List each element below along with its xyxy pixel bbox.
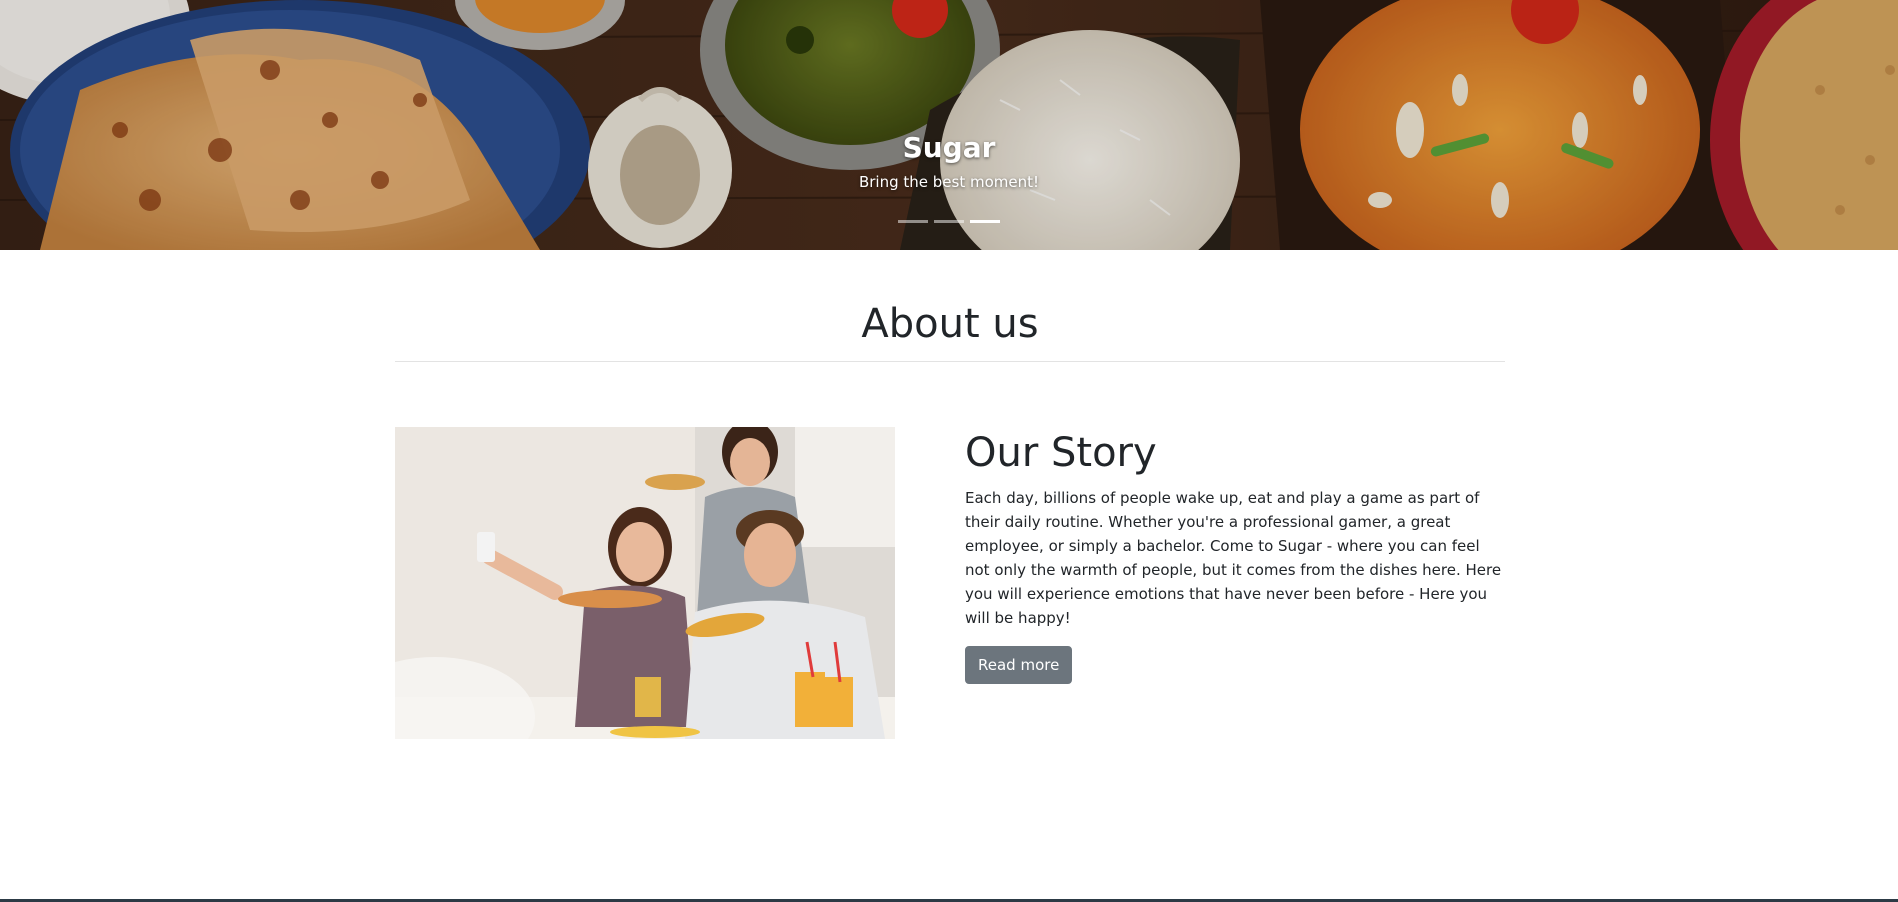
carousel-indicator-1[interactable] [898,220,928,223]
carousel-title: Sugar [902,131,996,164]
carousel-caption: Sugar Bring the best moment! [0,128,1898,192]
carousel-indicators [0,220,1898,223]
carousel-indicator-2[interactable] [934,220,964,223]
hero-carousel[interactable]: Sugar Bring the best moment! [0,0,1898,250]
story-photo [395,427,895,739]
hero-food-image [0,0,1898,250]
story-block: Our Story Each day, billions of people w… [965,426,1505,684]
about-heading: About us [861,301,1039,347]
story-heading: Our Story [965,430,1157,476]
section-divider [395,361,1505,362]
story-body: Each day, billions of people wake up, ea… [965,489,1502,627]
read-more-button[interactable]: Read more [965,646,1073,684]
carousel-subtitle: Bring the best moment! [858,173,1040,191]
carousel-indicator-3[interactable] [970,220,1000,223]
